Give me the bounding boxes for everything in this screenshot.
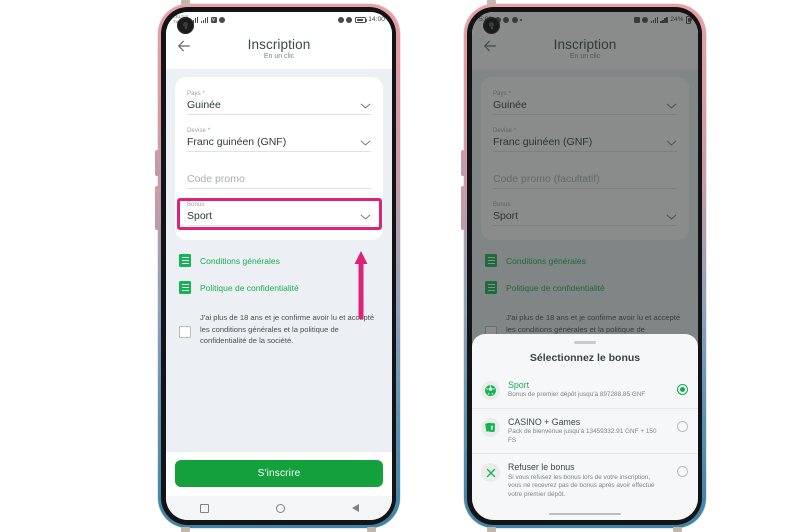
front-camera-icon — [177, 17, 194, 34]
frame-nub — [181, 0, 190, 5]
bonus-radio[interactable] — [677, 420, 688, 432]
bonus-description: Si vous refusez les bonus lors de votre … — [508, 473, 655, 498]
up-arrow-annotation — [354, 251, 368, 319]
status-clock: 14:00 — [368, 16, 385, 23]
field-label: Pays * — [187, 91, 205, 97]
bonus-name: CASINO + Games — [508, 416, 581, 427]
back-arrow-icon[interactable] — [176, 38, 192, 54]
app-bar: Inscription En un clic — [166, 27, 392, 69]
consent-text: J'ai plus de 18 ans et je confirme avoir… — [200, 313, 375, 345]
recents-square-icon[interactable] — [199, 503, 209, 513]
link-privacy[interactable]: Politique de confidentialité — [179, 281, 379, 294]
front-camera-icon — [483, 17, 500, 34]
facebook-icon — [219, 16, 226, 23]
link-label: Conditions générales — [200, 255, 280, 266]
field-country[interactable]: Pays * Guinée — [187, 87, 371, 115]
bonus-name: Refuser le bonus — [508, 462, 575, 473]
legal-links: Conditions générales Politique de confid… — [175, 240, 383, 294]
field-label: Devise * — [187, 128, 211, 134]
document-icon — [179, 254, 191, 267]
bonus-name: Sport — [508, 379, 530, 390]
home-circle-icon[interactable] — [275, 503, 285, 513]
consent-checkbox[interactable] — [179, 326, 191, 338]
back-triangle-icon[interactable] — [351, 504, 359, 512]
bonus-radio[interactable] — [677, 383, 688, 395]
home-indicator[interactable] — [549, 512, 621, 515]
registration-form: Pays * Guinée Devise * Franc guinéen (GN… — [175, 77, 383, 240]
close-x-icon — [481, 463, 500, 483]
frame-nub — [487, 0, 496, 5]
battery-icon — [354, 16, 367, 23]
bonus-option-casino[interactable]: CASINO + Games Pack de bienvenue jusqu'à… — [472, 407, 698, 454]
document-icon — [179, 281, 191, 294]
field-value: Guinée — [187, 99, 221, 111]
field-label: Bonus — [187, 202, 205, 208]
power-button[interactable] — [155, 186, 159, 230]
phone-right: 5:02 24% — [461, 0, 709, 532]
page-subtitle: En un clic — [263, 52, 295, 60]
phone-screen-right: 5:02 24% — [472, 12, 698, 520]
frame-nub — [181, 527, 190, 532]
chevron-down-icon[interactable] — [360, 140, 371, 146]
phone-left: CELTIIS TV V 14:00 Inscription En un cli… — [155, 0, 403, 532]
volume-button[interactable] — [461, 150, 465, 176]
link-terms[interactable]: Conditions générales — [179, 254, 379, 267]
submit-bar: S'inscrire — [166, 452, 392, 496]
bonus-description: Bonus de premier dépôt jusqu'à 897288.85… — [508, 391, 646, 398]
field-value: Franc guinéen (GNF) — [187, 136, 287, 148]
volume-button[interactable] — [155, 150, 159, 176]
page-title: Inscription — [247, 36, 311, 52]
frame-nub — [673, 527, 682, 532]
register-button[interactable]: S'inscrire — [175, 460, 383, 487]
signal-bars-2-icon — [200, 16, 209, 23]
alarm-icon — [346, 16, 353, 23]
consent-block: J'ai plus de 18 ans et je confirme avoir… — [175, 308, 383, 347]
field-promo-code[interactable]: Code promo — [187, 161, 371, 189]
field-bonus[interactable]: Bonus Sport — [187, 198, 371, 226]
vpn-icon: V — [210, 16, 217, 23]
chevron-down-icon[interactable] — [360, 214, 371, 220]
field-currency[interactable]: Devise * Franc guinéen (GNF) — [187, 124, 371, 152]
soccer-ball-icon — [481, 380, 500, 400]
chevron-down-icon[interactable] — [360, 103, 371, 109]
power-button[interactable] — [461, 186, 465, 230]
promo-placeholder: Code promo — [187, 173, 245, 185]
bonus-option-refuse[interactable]: Refuser le bonus Si vous refusez les bon… — [472, 453, 698, 507]
bonus-radio[interactable] — [677, 466, 688, 478]
bluetooth-icon — [337, 16, 344, 23]
link-label: Politique de confidentialité — [200, 282, 299, 293]
bonus-option-sport[interactable]: Sport Bonus de premier dépôt jusqu'à 897… — [472, 372, 698, 408]
frame-nub — [367, 527, 376, 532]
playing-cards-icon — [481, 417, 500, 437]
bonus-selection-sheet: Sélectionnez le bonus Sport Bonus de pre… — [472, 334, 698, 520]
bonus-description: Pack de bienvenue jusqu'à 13459332.91 GN… — [508, 428, 657, 444]
android-nav-bar — [166, 496, 392, 520]
frame-nub — [487, 527, 496, 532]
screenshot-stage: CELTIIS TV V 14:00 Inscription En un cli… — [0, 0, 808, 532]
field-value: Sport — [187, 210, 213, 222]
status-bar: CELTIIS TV V 14:00 — [166, 12, 392, 27]
sheet-title: Sélectionnez le bonus — [529, 351, 641, 364]
